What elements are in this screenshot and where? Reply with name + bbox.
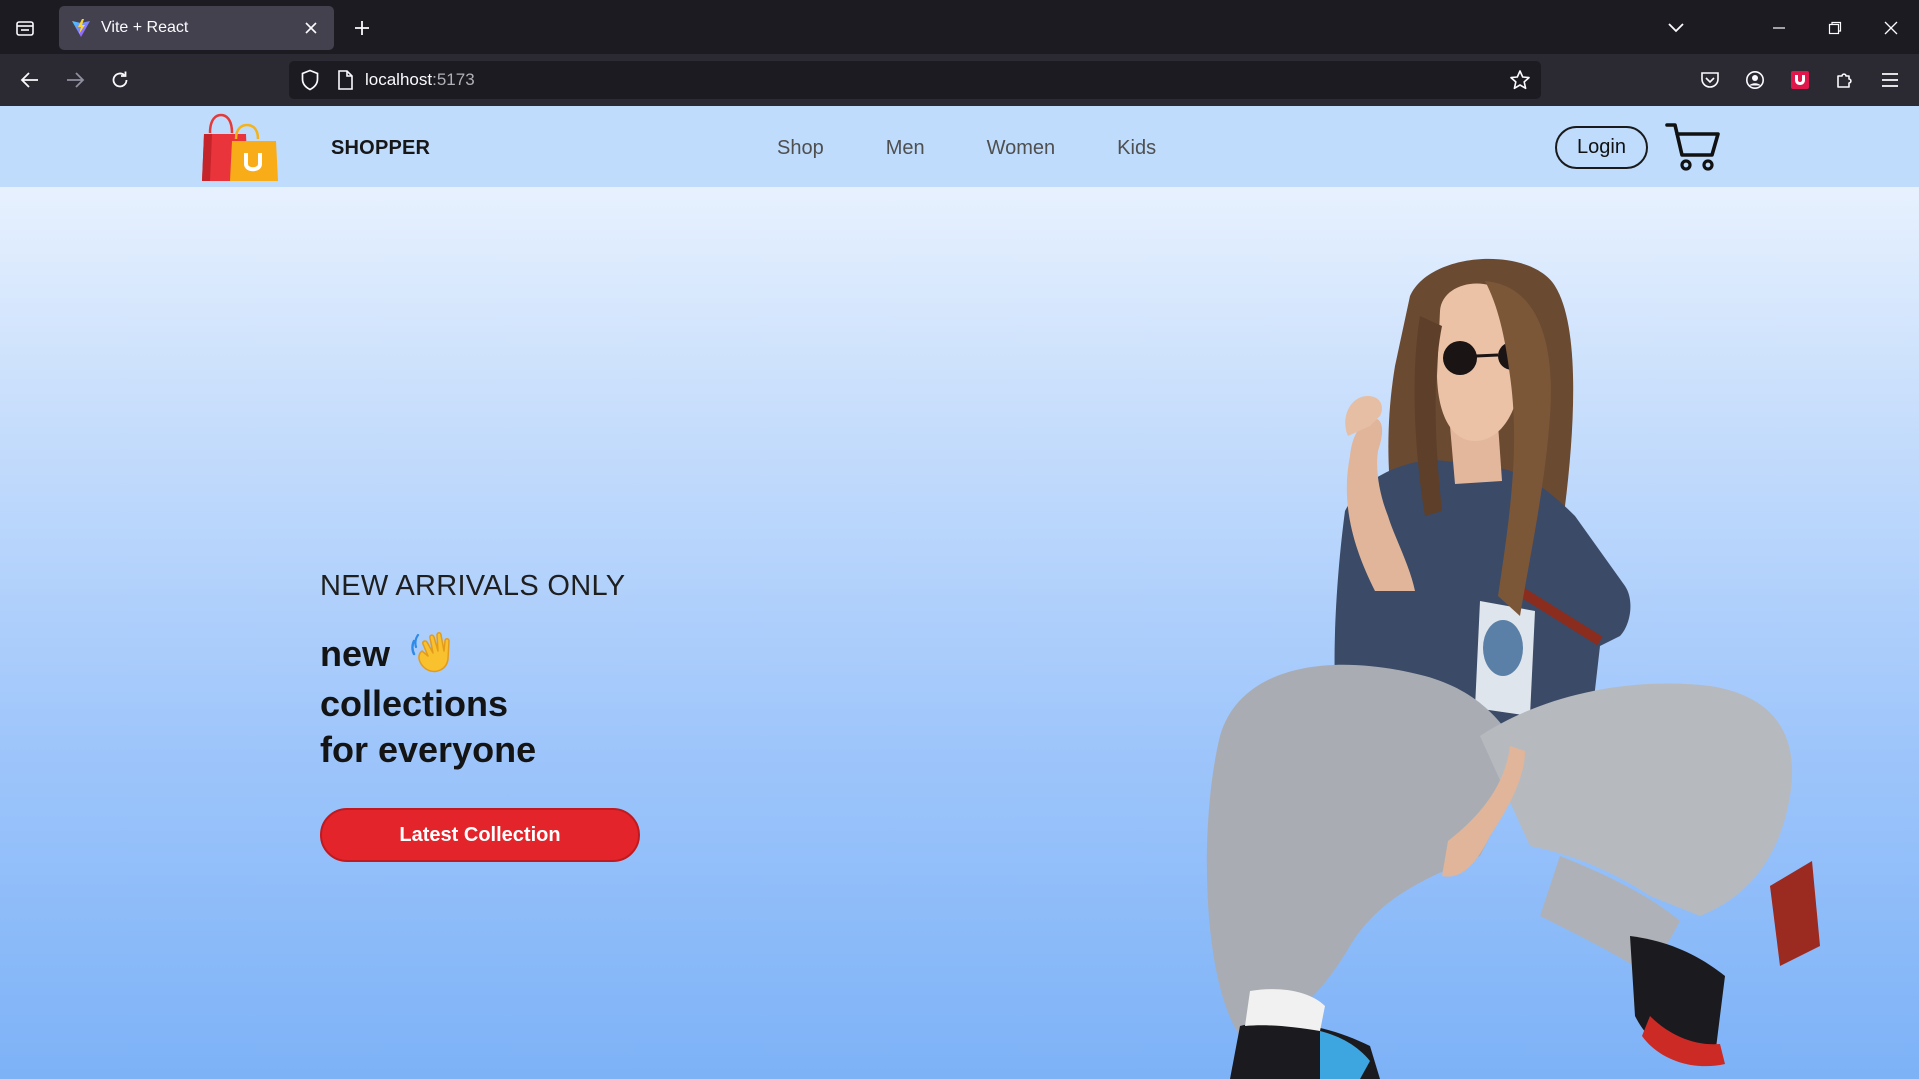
main-nav: Shop Men Women Kids — [777, 137, 1156, 160]
url-text[interactable]: localhost:5173 — [365, 70, 475, 90]
pocket-icon — [1701, 72, 1719, 88]
waving-hand-icon — [411, 632, 450, 673]
model-photo — [1206, 258, 1820, 1079]
reload-button[interactable] — [106, 66, 134, 94]
forward-arrow-icon — [67, 72, 85, 88]
restore-button[interactable] — [1821, 14, 1849, 42]
shopping-bag-logo-icon[interactable] — [202, 109, 278, 185]
tab-title: Vite + React — [101, 19, 189, 36]
hamburger-menu-icon — [1882, 73, 1898, 87]
login-button[interactable]: Login — [1555, 126, 1648, 169]
chevron-down-icon — [1668, 23, 1684, 33]
nav-item-kids[interactable]: Kids — [1117, 137, 1156, 160]
address-bar[interactable]: localhost:5173 — [289, 61, 1541, 99]
tab-list-button[interactable] — [12, 15, 38, 41]
tab-list-icon — [16, 21, 34, 36]
url-port: :5173 — [432, 70, 475, 89]
extension-badge-icon — [1791, 71, 1809, 89]
hero-heading: new collections for everyone — [320, 631, 625, 773]
forward-button[interactable] — [61, 66, 89, 94]
nav-item-men[interactable]: Men — [886, 137, 925, 160]
vite-logo-icon — [72, 19, 90, 37]
star-icon[interactable] — [1509, 69, 1531, 91]
reload-icon — [112, 71, 128, 88]
page-viewport: SHOPPER Shop Men Women Kids Login NEW AR… — [0, 106, 1919, 1079]
close-icon — [305, 22, 317, 34]
page-icon[interactable] — [336, 69, 354, 91]
close-window-icon — [1884, 21, 1898, 35]
url-host: localhost — [365, 70, 433, 89]
app-menu-button[interactable] — [1876, 66, 1904, 94]
nav-item-women[interactable]: Women — [987, 137, 1056, 160]
browser-navigation-bar: localhost:5173 — [0, 54, 1919, 106]
shield-icon[interactable] — [300, 69, 320, 91]
hero-line-1: new — [320, 631, 625, 681]
cart-icon[interactable] — [1665, 120, 1721, 172]
close-window-button[interactable] — [1877, 14, 1905, 42]
brand-name: SHOPPER — [331, 137, 431, 159]
pocket-button[interactable] — [1696, 66, 1724, 94]
back-arrow-icon — [20, 72, 38, 88]
tab-close-button[interactable] — [300, 17, 322, 39]
restore-icon — [1828, 21, 1842, 35]
new-tab-button[interactable] — [348, 14, 376, 42]
extensions-button[interactable] — [1831, 66, 1859, 94]
extension-badge-button[interactable] — [1786, 66, 1814, 94]
nav-item-shop[interactable]: Shop — [777, 137, 824, 160]
hero-text: NEW ARRIVALS ONLY new collections for ev… — [320, 570, 625, 773]
back-button[interactable] — [16, 66, 44, 94]
hero-line-2: collections — [320, 683, 509, 725]
site-header: SHOPPER Shop Men Women Kids Login — [0, 106, 1919, 187]
hero-eyebrow: NEW ARRIVALS ONLY — [320, 570, 626, 602]
minimize-button[interactable] — [1765, 14, 1793, 42]
plus-icon — [355, 21, 369, 35]
hero-line-1-text: new — [320, 633, 391, 674]
account-icon — [1746, 71, 1764, 89]
minimize-icon — [1773, 27, 1785, 29]
puzzle-icon — [1837, 73, 1852, 88]
latest-collection-button[interactable]: Latest Collection — [320, 808, 640, 862]
list-all-tabs-button[interactable] — [1662, 14, 1690, 42]
browser-tab[interactable]: Vite + React — [59, 6, 334, 50]
hero-line-3: for everyone — [320, 729, 537, 771]
account-button[interactable] — [1741, 66, 1769, 94]
browser-tab-bar: Vite + React — [0, 0, 1919, 54]
